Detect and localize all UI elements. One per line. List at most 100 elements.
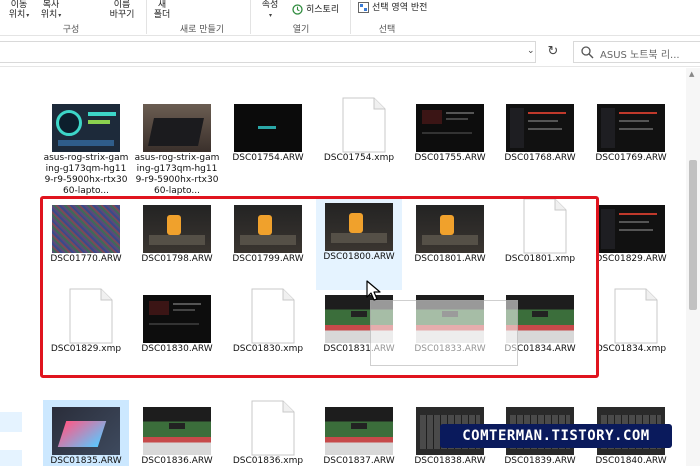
file-name: DSC01754.ARW bbox=[232, 153, 304, 163]
scroll-up-icon[interactable]: ▲ bbox=[689, 70, 694, 78]
file-name: DSC01836.xmp bbox=[232, 456, 304, 466]
search-icon bbox=[581, 46, 594, 59]
file-name: asus-rog-strix-gaming-g173qm-hg119-r9-59… bbox=[43, 153, 129, 196]
vertical-scrollbar[interactable]: ▲ bbox=[686, 68, 700, 466]
thumbnail bbox=[52, 104, 120, 152]
file-item-xmp[interactable]: DSC01754.xmp bbox=[316, 97, 402, 201]
file-name: DSC01834.xmp bbox=[595, 344, 667, 354]
group-new-label: 새로 만들기 bbox=[179, 25, 225, 35]
file-name: DSC01830.ARW bbox=[141, 344, 213, 354]
ribbon-separator bbox=[350, 0, 351, 34]
ribbon-separator bbox=[146, 0, 147, 34]
file-item-image[interactable]: DSC01830.ARW bbox=[134, 288, 220, 372]
thumbnail bbox=[506, 104, 574, 152]
search-placeholder: ASUS 노트북 리... bbox=[600, 50, 680, 61]
group-organize-label: 구성 bbox=[62, 25, 80, 35]
file-name: DSC01801.xmp bbox=[504, 254, 576, 264]
file-item-image[interactable]: DSC01755.ARW bbox=[407, 97, 493, 201]
document-icon bbox=[251, 288, 295, 344]
copy-to-button[interactable]: 복사 위치▾ bbox=[38, 0, 64, 21]
address-bar-area: ⌄ ↻ ASUS 노트북 리... bbox=[0, 37, 700, 67]
refresh-icon[interactable]: ↻ bbox=[543, 42, 563, 62]
thumbnail bbox=[234, 205, 302, 253]
file-name: DSC01798.ARW bbox=[141, 254, 213, 264]
file-item-xmp[interactable]: DSC01801.xmp bbox=[497, 198, 583, 282]
file-item-image[interactable]: DSC01770.ARW bbox=[43, 198, 129, 282]
file-name: DSC01754.xmp bbox=[323, 153, 395, 163]
file-name: DSC01840.ARW bbox=[595, 456, 667, 466]
file-item-image[interactable]: DSC01799.ARW bbox=[225, 198, 311, 282]
thumbnail bbox=[143, 407, 211, 455]
document-icon bbox=[251, 400, 295, 456]
thumbnail bbox=[143, 295, 211, 343]
mouse-cursor-icon bbox=[366, 280, 381, 301]
file-name: DSC01836.ARW bbox=[141, 456, 213, 466]
file-name: DSC01838.ARW bbox=[414, 456, 486, 466]
ribbon: 이동 위치▾ 복사 위치▾ 이름 바꾸기 새 폴더 속성 ▾ 히스토리 선택 영역… bbox=[0, 0, 700, 36]
file-name: asus-rog-strix-gaming-g173qm-hg119-r9-59… bbox=[134, 153, 220, 196]
invert-selection-icon bbox=[358, 2, 369, 13]
navigation-pane[interactable] bbox=[0, 68, 22, 466]
scrollbar-thumb[interactable] bbox=[689, 160, 697, 310]
search-input[interactable]: ASUS 노트북 리... bbox=[573, 41, 700, 63]
thumbnail bbox=[325, 203, 393, 251]
thumbnail bbox=[416, 205, 484, 253]
thumbnail bbox=[234, 104, 302, 152]
file-name: DSC01755.ARW bbox=[414, 153, 486, 163]
file-item-image[interactable]: asus-rog-strix-gaming-g173qm-hg119-r9-59… bbox=[134, 97, 220, 201]
new-folder-button[interactable]: 새 폴더 bbox=[150, 0, 174, 20]
file-name: DSC01770.ARW bbox=[50, 254, 122, 264]
file-name: DSC01800.ARW bbox=[323, 252, 395, 262]
thumbnail bbox=[325, 407, 393, 455]
file-name: DSC01839.ARW bbox=[504, 456, 576, 466]
file-item-xmp[interactable]: DSC01829.xmp bbox=[43, 288, 129, 372]
file-item-image[interactable]: DSC01754.ARW bbox=[225, 97, 311, 201]
thumbnail bbox=[597, 104, 665, 152]
thumbnail bbox=[597, 205, 665, 253]
file-name: DSC01768.ARW bbox=[504, 153, 576, 163]
file-item-image[interactable]: DSC01800.ARW bbox=[316, 196, 402, 290]
file-item-image[interactable]: asus-rog-strix-gaming-g173qm-hg119-r9-59… bbox=[43, 97, 129, 201]
document-icon bbox=[614, 288, 658, 344]
thumbnail bbox=[416, 104, 484, 152]
history-button[interactable]: 히스토리 bbox=[292, 4, 339, 15]
thumbnail bbox=[143, 104, 211, 152]
file-item-image[interactable]: DSC01798.ARW bbox=[134, 198, 220, 282]
move-to-button[interactable]: 이동 위치▾ bbox=[6, 0, 32, 21]
navigation-pane-selected-item[interactable] bbox=[0, 412, 22, 432]
file-name: DSC01801.ARW bbox=[414, 254, 486, 264]
file-item-image[interactable]: DSC01829.ARW bbox=[588, 198, 674, 282]
invert-selection-button[interactable]: 선택 영역 반전 bbox=[358, 2, 427, 13]
file-name: DSC01837.ARW bbox=[323, 456, 395, 466]
ribbon-separator bbox=[250, 0, 251, 34]
file-name: DSC01830.xmp bbox=[232, 344, 304, 354]
document-icon bbox=[342, 97, 386, 153]
file-item-xmp[interactable]: DSC01834.xmp bbox=[588, 288, 674, 372]
document-icon bbox=[69, 288, 113, 344]
history-icon bbox=[292, 4, 303, 15]
thumbnail bbox=[143, 205, 211, 253]
file-item-xmp[interactable]: DSC01836.xmp bbox=[225, 400, 311, 466]
document-icon bbox=[523, 198, 567, 254]
thumbnail bbox=[52, 407, 120, 455]
file-name: DSC01799.ARW bbox=[232, 254, 304, 264]
navigation-pane-item[interactable] bbox=[0, 450, 22, 466]
file-item-image[interactable]: DSC01837.ARW bbox=[316, 400, 402, 466]
file-item-image[interactable]: DSC01835.ARW bbox=[43, 400, 129, 466]
file-name: DSC01829.xmp bbox=[50, 344, 122, 354]
file-item-image[interactable]: DSC01768.ARW bbox=[497, 97, 583, 201]
properties-button[interactable]: 속성 ▾ bbox=[258, 0, 282, 21]
hover-tooltip bbox=[370, 300, 518, 366]
address-bar[interactable] bbox=[0, 41, 536, 63]
watermark: COMTERMAN.TISTORY.COM bbox=[440, 424, 672, 448]
file-item-image[interactable]: DSC01801.ARW bbox=[407, 198, 493, 282]
thumbnail bbox=[52, 205, 120, 253]
rename-button[interactable]: 이름 바꾸기 bbox=[104, 0, 140, 20]
file-name: DSC01829.ARW bbox=[595, 254, 667, 264]
group-select-label: 선택 bbox=[378, 25, 396, 35]
file-item-xmp[interactable]: DSC01830.xmp bbox=[225, 288, 311, 372]
file-item-image[interactable]: DSC01769.ARW bbox=[588, 97, 674, 201]
file-name: DSC01835.ARW bbox=[50, 456, 122, 466]
address-dropdown-icon[interactable]: ⌄ bbox=[527, 46, 535, 56]
file-item-image[interactable]: DSC01836.ARW bbox=[134, 400, 220, 466]
